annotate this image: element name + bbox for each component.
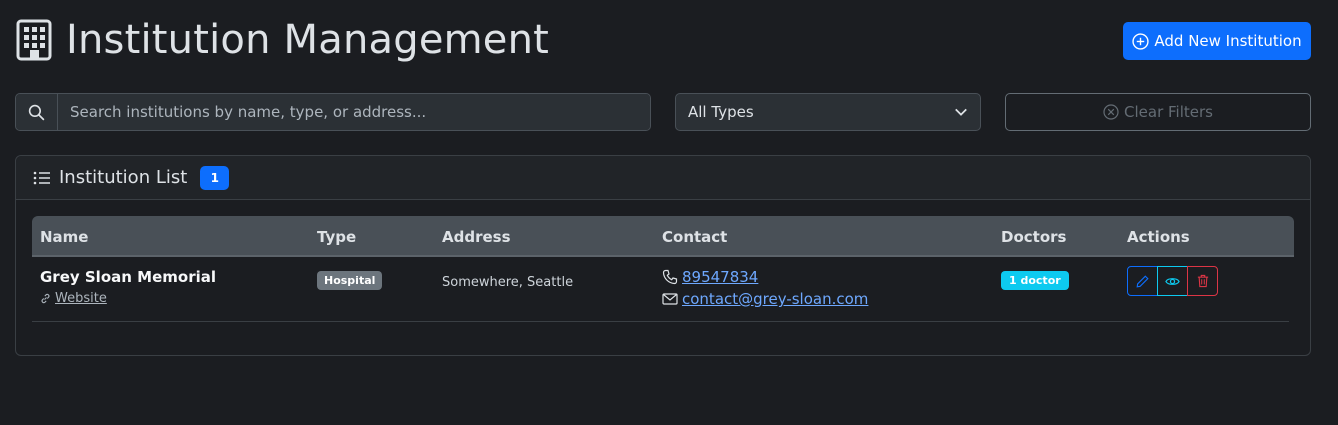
column-header-doctors[interactable]: Doctors (1001, 228, 1066, 246)
name-cell: Grey Sloan Memorial Website (40, 268, 216, 306)
page-title: Institution Management (66, 17, 550, 63)
building-icon (16, 19, 52, 61)
page-header: Institution Management Add New Instituti… (16, 14, 1311, 64)
link-icon (41, 293, 50, 304)
eye-icon (1165, 277, 1180, 285)
card-title: Institution List (59, 167, 188, 188)
address-cell: Somewhere, Seattle (442, 271, 573, 290)
address-text: Somewhere, Seattle (442, 275, 574, 290)
x-circle-icon (1103, 104, 1119, 120)
count-badge: 1 (200, 165, 230, 190)
doctors-cell: 1 doctor (1001, 269, 1069, 290)
title-group: Institution Management (16, 16, 549, 64)
doctors-badge: 1 doctor (1001, 271, 1069, 290)
column-header-name[interactable]: Name (40, 228, 88, 246)
contact-cell: 89547834 contact@grey-sloan.com (662, 268, 868, 308)
email-line: contact@grey-sloan.com (662, 290, 868, 308)
search-input[interactable] (58, 94, 650, 130)
search-addon (16, 94, 58, 130)
pencil-icon (1136, 274, 1149, 287)
type-badge: Hospital (317, 271, 383, 290)
clear-filters-label: Clear Filters (1124, 103, 1213, 121)
table-header: Name Type Address Contact Doctors Action… (32, 216, 1294, 257)
list-icon (33, 171, 50, 184)
clear-filters-button[interactable]: Clear Filters (1005, 93, 1311, 131)
type-select[interactable]: All Types (675, 93, 981, 131)
type-select-value: All Types (688, 103, 754, 121)
website-link[interactable]: Website (40, 291, 216, 306)
filter-bar: All Types Clear Filters (15, 93, 1311, 131)
chevron-down-icon (955, 108, 967, 116)
phone-line: 89547834 (662, 268, 868, 286)
table-row: Grey Sloan Memorial Website Hospital Som… (32, 257, 1289, 322)
column-header-actions: Actions (1127, 228, 1190, 246)
add-institution-label: Add New Institution (1154, 32, 1302, 50)
trash-icon (1197, 274, 1208, 288)
add-institution-button[interactable]: Add New Institution (1123, 22, 1311, 60)
plus-circle-icon (1132, 32, 1150, 50)
search-icon (28, 104, 45, 120)
delete-button[interactable] (1187, 266, 1218, 296)
view-button[interactable] (1157, 266, 1188, 296)
institution-list-card: Institution List 1 Name Type Address Con… (15, 155, 1311, 356)
column-header-type[interactable]: Type (317, 228, 356, 246)
email-link[interactable]: contact@grey-sloan.com (682, 290, 868, 308)
column-header-address[interactable]: Address (442, 228, 511, 246)
card-header: Institution List 1 (16, 156, 1310, 200)
phone-link[interactable]: 89547834 (682, 268, 758, 286)
institution-name: Grey Sloan Memorial (40, 268, 216, 286)
type-cell: Hospital (317, 269, 383, 290)
edit-button[interactable] (1127, 266, 1158, 296)
envelope-icon (662, 293, 678, 305)
search-group (15, 93, 651, 131)
institution-table: Name Type Address Contact Doctors Action… (32, 216, 1294, 322)
phone-icon (662, 269, 678, 285)
website-label: Website (55, 291, 107, 306)
actions-cell (1127, 266, 1218, 296)
column-header-contact[interactable]: Contact (662, 228, 727, 246)
